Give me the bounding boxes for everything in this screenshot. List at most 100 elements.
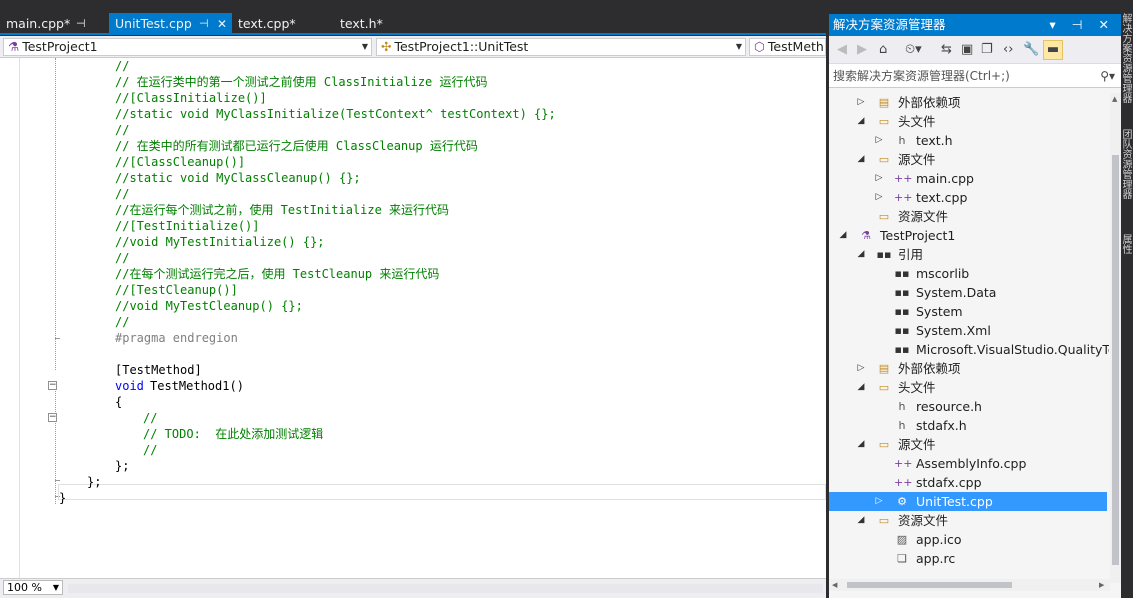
tree-node-resources[interactable]: ▭ 资源文件 [829,207,1107,226]
scrollbar-thumb[interactable] [1112,155,1119,565]
pin-icon[interactable]: ⊣ [199,13,209,35]
tab-text-h[interactable]: text.h* [334,13,424,35]
preview-selected-icon[interactable]: ▬ [1043,40,1063,60]
tree-node-stdafx-cpp[interactable]: ++ stdafx.cpp [829,473,1107,492]
code-editor[interactable]: − − // // 在运行类中的第一个测试之前使用 ClassInitializ… [0,58,826,578]
tree-node-references[interactable]: ◢ ▪▪ 引用 [829,245,1107,264]
code-line: #pragma endregion [115,331,238,345]
solution-tree[interactable]: ▷ ▤ 外部依赖项 ◢ ▭ 头文件 ▷ h text.h ◢ ▭ 源文件 ▷ +… [829,93,1109,583]
collapse-icon[interactable]: ◢ [856,245,866,264]
tree-node-external-deps[interactable]: ▷ ▤ 外部依赖项 [829,359,1107,378]
code-line: [TestMethod] [115,363,202,377]
properties-icon[interactable]: 🔧 [1023,42,1039,58]
tree-vertical-scrollbar[interactable]: ▲ [1110,93,1121,583]
pin-icon[interactable]: ⊣ [76,13,86,35]
solution-explorer-search-input[interactable]: 搜索解决方案资源管理器(Ctrl+;) ⚲▾ [829,64,1121,88]
external-deps-icon: ▤ [878,362,890,375]
code-line: // [115,123,130,137]
tree-node-system[interactable]: ▪▪ System [829,302,1107,321]
code-line: // [115,59,130,73]
tree-node-app-ico[interactable]: ▨ app.ico [829,530,1107,549]
tree-node-label: resource.h [916,399,982,414]
tree-node-qualitytools[interactable]: ▪▪ Microsoft.VisualStudio.QualityToo [829,340,1109,359]
collapse-icon[interactable]: ◢ [838,226,848,245]
collapse-icon[interactable]: ◢ [856,435,866,454]
member-dropdown[interactable]: ⬡ TestMeth [749,38,826,56]
external-deps-icon: ▤ [878,96,890,109]
tab-text-cpp[interactable]: text.cpp* [232,13,332,35]
tree-node-system-data[interactable]: ▪▪ System.Data [829,283,1107,302]
tree-node-headers[interactable]: ◢ ▭ 头文件 [829,112,1107,131]
scroll-right-icon[interactable]: ▶ [1099,581,1104,589]
tree-node-label: 源文件 [898,152,936,167]
tree-horizontal-scrollbar[interactable]: ◀ ▶ [829,579,1110,591]
tree-node-app-rc[interactable]: ❏ app.rc [829,549,1107,568]
collapse-icon[interactable]: ◢ [856,511,866,530]
tree-node-text-h[interactable]: ▷ h text.h [829,131,1107,150]
image-file-icon: ▨ [896,533,908,546]
editor-gutter [0,58,20,578]
close-icon[interactable]: ✕ [217,13,227,35]
tree-node-resources[interactable]: ◢ ▭ 资源文件 [829,511,1107,530]
tree-node-sources[interactable]: ◢ ▭ 源文件 [829,435,1107,454]
scroll-left-icon[interactable]: ◀ [832,581,837,589]
pending-changes-filter-icon[interactable]: ⏲▾ [905,42,922,58]
tree-node-label: System.Xml [916,323,991,338]
scope-dropdown[interactable]: ✣ TestProject1::UnitTest ▼ [376,38,746,56]
side-tab-team-explorer[interactable]: 团队资源管理器 [1121,129,1133,199]
editor-horizontal-scrollbar[interactable] [68,584,823,593]
solution-explorer-title-bar: 解决方案资源管理器 ▾ ⊣ ✕ [829,14,1121,36]
collapse-toggle[interactable]: − [48,381,57,390]
forward-icon[interactable]: ▶ [857,42,867,58]
expand-icon[interactable]: ▷ [874,169,884,188]
zoom-dropdown[interactable]: 100 % ▼ [3,580,63,595]
expand-icon[interactable]: ▷ [874,188,884,207]
expand-icon[interactable]: ▷ [874,131,884,150]
collapse-icon[interactable]: ◢ [856,112,866,131]
search-icon[interactable]: ⚲▾ [1100,64,1115,88]
tree-node-assemblyinfo-cpp[interactable]: ++ AssemblyInfo.cpp [829,454,1107,473]
project-dropdown[interactable]: ⚗ TestProject1 ▼ [3,38,372,56]
tab-main-cpp[interactable]: main.cpp* ⊣ [0,13,108,35]
tree-node-testproject1[interactable]: ◢ ⚗ TestProject1 [829,226,1107,245]
navigation-bar: ⚗ TestProject1 ▼ ✣ TestProject1::UnitTest … [0,36,826,58]
tab-unittest-cpp[interactable]: UnitTest.cpp ⊣ ✕ [109,13,232,35]
scrollbar-thumb[interactable] [847,582,1012,588]
back-icon[interactable]: ◀ [837,42,847,58]
expand-icon[interactable]: ▷ [856,359,866,378]
tree-node-stdafx-h[interactable]: h stdafx.h [829,416,1107,435]
expand-icon[interactable]: ▷ [856,93,866,112]
code-line: // [143,411,158,425]
tree-node-resource-h[interactable]: h resource.h [829,397,1107,416]
collapse-icon[interactable]: ◢ [856,378,866,397]
collapse-toggle[interactable]: − [48,413,57,422]
tree-node-text-cpp[interactable]: ▷ ++ text.cpp [829,188,1107,207]
panel-window-buttons[interactable]: ▾ ⊣ ✕ [1049,14,1115,36]
collapse-all-icon[interactable]: ▣ [961,42,973,58]
scope-dropdown-value: TestProject1::UnitTest [394,39,529,54]
tree-node-sources[interactable]: ◢ ▭ 源文件 [829,150,1107,169]
tree-node-mscorlib[interactable]: ▪▪ mscorlib [829,264,1107,283]
scroll-up-icon[interactable]: ▲ [1112,95,1117,103]
tree-node-label: 源文件 [898,437,936,452]
code-line: // [115,251,130,265]
tree-node-unittest-cpp[interactable]: ▷ ⚙ UnitTest.cpp [829,492,1107,511]
tree-node-external-deps[interactable]: ▷ ▤ 外部依赖项 [829,93,1107,112]
side-tab-solution-explorer[interactable]: 解决方案资源管理器 [1121,13,1133,103]
collapse-icon[interactable]: ◢ [856,150,866,169]
tree-node-headers[interactable]: ◢ ▭ 头文件 [829,378,1107,397]
code-line: // 在类中的所有测试都已运行之后使用 ClassCleanup 运行代码 [115,139,478,153]
tree-node-main-cpp[interactable]: ▷ ++ main.cpp [829,169,1107,188]
show-all-files-icon[interactable]: ❐ [981,42,993,58]
references-icon: ▪▪ [876,248,892,261]
home-icon[interactable]: ⌂ [879,42,887,58]
tree-node-system-xml[interactable]: ▪▪ System.Xml [829,321,1107,340]
expand-icon[interactable]: ▷ [874,492,884,511]
view-code-icon[interactable]: ‹› [1003,42,1013,58]
code-line: // 在运行类中的第一个测试之前使用 ClassInitialize 运行代码 [115,75,488,89]
code-line: //static void MyClassInitialize(TestCont… [115,107,556,121]
sync-icon[interactable]: ⇆ [941,42,952,58]
code-line: // [143,443,158,457]
side-tab-properties[interactable]: 属性 [1121,234,1133,254]
cpp-file-icon: ++ [894,457,913,470]
